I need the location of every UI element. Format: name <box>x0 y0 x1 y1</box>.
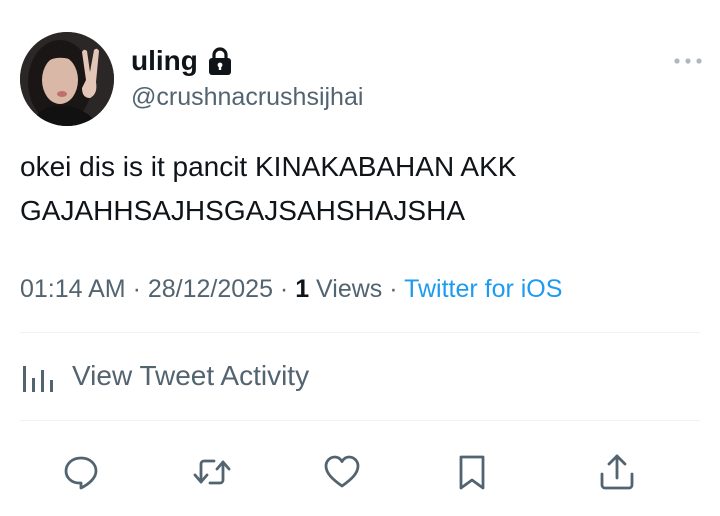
reply-button[interactable] <box>57 448 105 496</box>
tweet-meta: 01:14 AM · 28/12/2025 · 1 Views · Twitte… <box>20 272 562 306</box>
retweet-icon <box>193 459 231 485</box>
view-tweet-activity[interactable]: View Tweet Activity <box>20 356 309 396</box>
retweet-button[interactable] <box>188 448 236 496</box>
tweet-time[interactable]: 01:14 AM <box>20 275 126 303</box>
more-options-icon[interactable] <box>672 54 704 68</box>
share-button[interactable] <box>593 448 641 496</box>
avatar[interactable] <box>20 32 114 126</box>
like-button[interactable] <box>318 448 366 496</box>
meta-separator: · <box>125 275 148 303</box>
lock-icon <box>206 46 234 76</box>
avatar-photo <box>20 32 114 126</box>
share-icon <box>600 454 634 490</box>
divider <box>20 332 700 333</box>
heart-icon <box>324 455 360 488</box>
views-count: 1 <box>295 275 310 303</box>
meta-separator: · <box>272 275 296 303</box>
reply-icon <box>64 456 98 490</box>
display-name[interactable]: uling <box>131 44 198 78</box>
divider <box>20 420 700 421</box>
name-row: uling <box>131 44 234 78</box>
meta-separator: · <box>382 275 405 303</box>
views-label: Views <box>309 275 383 303</box>
tweet-source-link[interactable]: Twitter for iOS <box>404 275 562 303</box>
bookmark-icon <box>459 455 485 490</box>
action-bar <box>0 448 720 496</box>
tweet-date[interactable]: 28/12/2025 <box>148 275 273 303</box>
view-tweet-activity-label: View Tweet Activity <box>72 360 310 391</box>
user-handle[interactable]: @crushnacrushsijhai <box>131 82 363 112</box>
tweet-text: okei dis is it pancit KINAKABAHAN AKK GA… <box>20 151 517 226</box>
analytics-icon <box>20 360 56 392</box>
bookmark-button[interactable] <box>448 448 496 496</box>
tweet-detail: uling @crushnacrushsijhai okei dis is it… <box>0 0 720 516</box>
